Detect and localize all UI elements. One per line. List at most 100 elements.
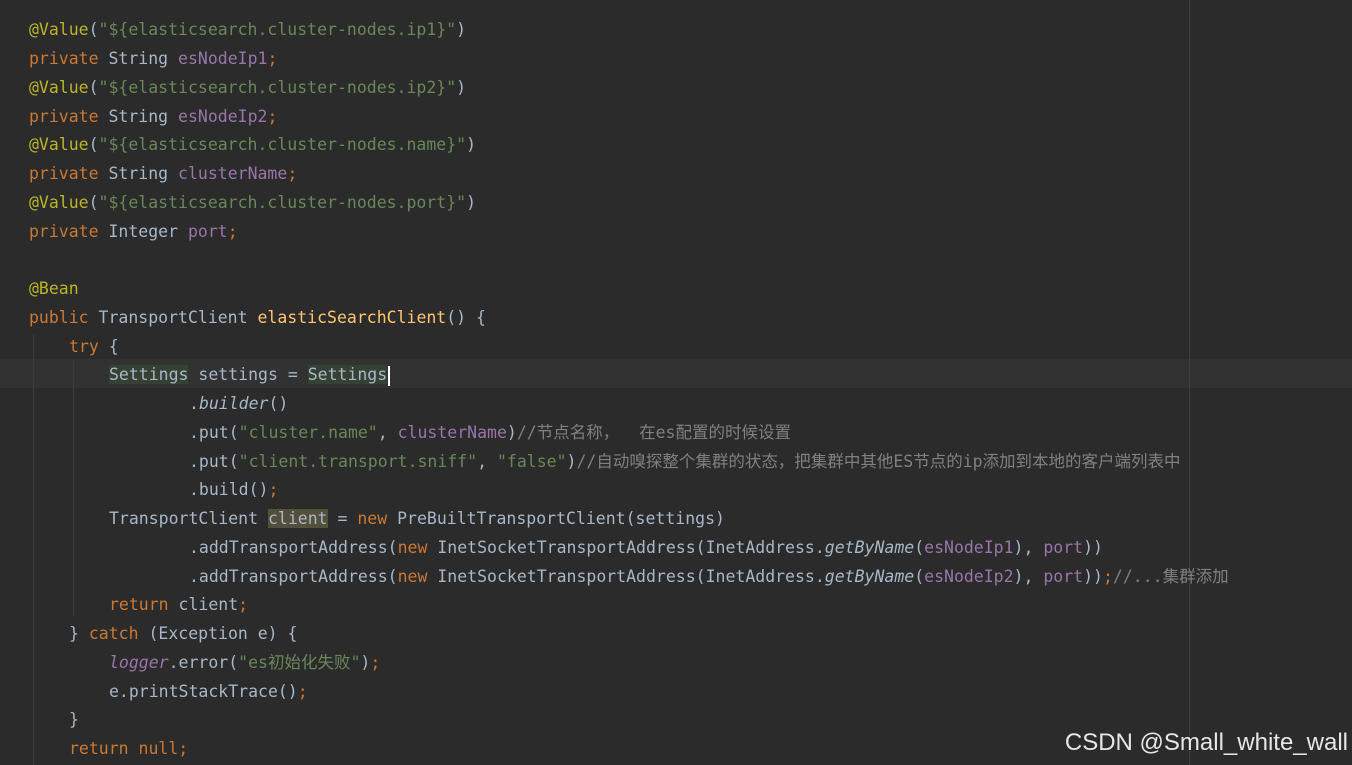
code-line-18[interactable]: TransportClient client = new PreBuiltTra… [109, 504, 725, 533]
code-line-22[interactable]: } catch (Exception e) { [69, 619, 298, 648]
code-line-23[interactable]: logger.error("es初始化失败"); [109, 648, 380, 677]
comment: //自动嗅探整个集群的状态，把集群中其他ES节点的ip添加到本地的客户端列表中 [576, 452, 1181, 471]
field-name: port [187, 222, 228, 241]
method-name: builder [198, 394, 269, 413]
code-line-16[interactable]: .put("client.transport.sniff", "false")/… [189, 447, 1181, 476]
dot: . [189, 394, 199, 413]
code-line-25[interactable]: } [69, 705, 79, 734]
type-name: String [98, 164, 179, 183]
comment: //...集群添加 [1112, 567, 1229, 586]
code-line-7[interactable]: @Value("${elasticsearch.cluster-nodes.po… [29, 188, 476, 217]
field-name: logger [109, 653, 169, 672]
code-line-21[interactable]: return client; [109, 590, 248, 619]
string-literal: "${elasticsearch.cluster-nodes.name}" [98, 135, 467, 154]
annotation: @Value [29, 78, 89, 97]
code-line-13[interactable]: Settings settings = Settings [109, 360, 391, 389]
paren: ) [466, 193, 477, 212]
code-line-12[interactable]: try { [69, 332, 119, 361]
keyword: new [397, 567, 428, 586]
code-line-10[interactable]: @Bean [29, 274, 79, 303]
type-name: Integer [98, 222, 188, 241]
string-literal: "${elasticsearch.cluster-nodes.ip1}" [98, 20, 457, 39]
code-line-19[interactable]: .addTransportAddress(new InetSocketTrans… [189, 533, 1103, 562]
string-literal: "${elasticsearch.cluster-nodes.port}" [98, 193, 467, 212]
field-name: esNodeIp2 [924, 567, 1014, 586]
method-call: .error( [168, 653, 239, 672]
field-name: port [1043, 538, 1084, 557]
brace: } [69, 710, 79, 729]
watermark: CSDN @Small_white_wall [1064, 729, 1348, 756]
paren: ) [456, 20, 467, 39]
keyword: new [397, 538, 428, 557]
semicolon: ; [238, 595, 249, 614]
paren: ) [466, 135, 477, 154]
code-line-15[interactable]: .put("cluster.name", clusterName)//节点名称，… [189, 418, 791, 447]
paren: ) [506, 423, 517, 442]
constructor-call: PreBuiltTransportClient(settings) [387, 509, 725, 528]
type-name: String [98, 49, 179, 68]
field-name: esNodeIp2 [178, 107, 268, 126]
method-call: .build() [189, 480, 269, 499]
text-caret [388, 365, 391, 386]
code-line-4[interactable]: private String esNodeIp2; [29, 102, 277, 131]
semicolon: ; [268, 480, 279, 499]
comma: ), [1013, 567, 1044, 586]
variable-name: client [267, 509, 328, 528]
field-name: esNodeIp1 [178, 49, 268, 68]
string-literal: "${elasticsearch.cluster-nodes.ip2}" [98, 78, 457, 97]
keyword: private [29, 49, 99, 68]
paren: ( [88, 193, 99, 212]
semicolon: ; [267, 107, 278, 126]
method-name: elasticSearchClient [257, 308, 447, 327]
field-name: clusterName [178, 164, 288, 183]
code-line-17[interactable]: .build(); [189, 475, 278, 504]
type-name: TransportClient [109, 509, 268, 528]
keyword: public [29, 308, 89, 327]
keyword: return [69, 739, 129, 758]
paren: ( [914, 538, 925, 557]
annotation: @Value [29, 135, 89, 154]
method-name: getByName [824, 538, 915, 557]
code-line-26[interactable]: return null; [69, 734, 188, 763]
right-margin-guide [1189, 0, 1190, 765]
code-line-20[interactable]: .addTransportAddress(new InetSocketTrans… [189, 562, 1229, 591]
string-literal: "client.transport.sniff" [238, 452, 478, 471]
brace: } [69, 624, 89, 643]
paren: ( [914, 567, 925, 586]
field-name: port [1043, 567, 1084, 586]
paren: () [268, 394, 289, 413]
keyword: private [29, 107, 99, 126]
code-line-24[interactable]: e.printStackTrace(); [109, 677, 308, 706]
catch-clause: (Exception e) { [138, 624, 298, 643]
constructor-call: InetSocketTransportAddress(InetAddress. [427, 567, 825, 586]
type-name: TransportClient [88, 308, 258, 327]
keyword: try [69, 337, 99, 356]
code-line-6[interactable]: private String clusterName; [29, 159, 297, 188]
code-line-5[interactable]: @Value("${elasticsearch.cluster-nodes.na… [29, 130, 476, 159]
code-line-1[interactable]: @Value("${elasticsearch.cluster-nodes.ip… [29, 15, 466, 44]
code-line-8[interactable]: private Integer port; [29, 217, 238, 246]
paren: )) [1083, 567, 1103, 586]
code-editor[interactable]: @Value("${elasticsearch.cluster-nodes.ip… [0, 0, 1352, 765]
assignment: = [327, 509, 358, 528]
code-line-11[interactable]: public TransportClient elasticSearchClie… [29, 303, 486, 332]
code-line-14[interactable]: .builder() [189, 389, 288, 418]
code-line-2[interactable]: private String esNodeIp1; [29, 44, 277, 73]
code-line-3[interactable]: @Value("${elasticsearch.cluster-nodes.ip… [29, 73, 466, 102]
type-name: Settings [109, 365, 189, 384]
keyword: private [29, 222, 99, 241]
string-literal: "es初始化失败" [238, 653, 361, 672]
punctuation: { [98, 337, 119, 356]
string-literal: "false" [496, 452, 567, 471]
constructor-call: InetSocketTransportAddress(InetAddress. [427, 538, 825, 557]
variable-name: client [168, 595, 239, 614]
paren: ) [360, 653, 371, 672]
semicolon: ; [267, 49, 278, 68]
method-call: .put( [189, 423, 239, 442]
semicolon: ; [297, 682, 308, 701]
semicolon: ; [178, 739, 189, 758]
semicolon: ; [1102, 567, 1113, 586]
semicolon: ; [370, 653, 381, 672]
paren: ( [88, 20, 99, 39]
annotation: @Bean [29, 279, 79, 298]
